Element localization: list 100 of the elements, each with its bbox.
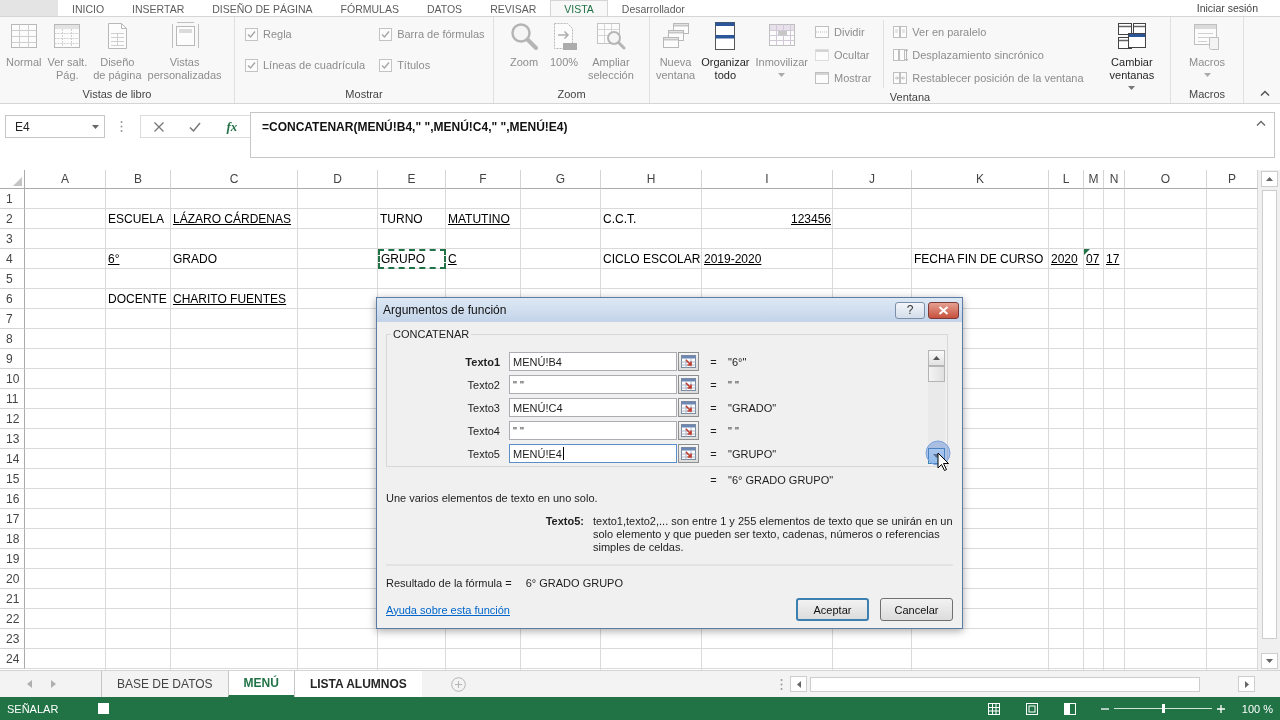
function-description: Une varios elementos de texto en uno solo.	[386, 491, 598, 505]
sheet-tab[interactable]: LISTA ALUMNOS	[293, 671, 422, 697]
row-header[interactable]: 24	[0, 649, 25, 669]
row-header[interactable]: 9	[0, 349, 25, 369]
page-view-icon[interactable]	[1024, 701, 1039, 716]
page-break-view-icon[interactable]	[1062, 701, 1077, 716]
scrollbar-thumb[interactable]	[810, 676, 1200, 692]
ribbon-tab[interactable]: Desarrollador	[607, 0, 699, 16]
row-header[interactable]: 20	[0, 569, 25, 589]
scrollbar-thumb[interactable]	[1261, 190, 1277, 639]
grid-view-icon[interactable]	[986, 701, 1001, 716]
argument-input[interactable]: MENÚ!B4	[509, 352, 677, 371]
row-header[interactable]: 16	[0, 489, 25, 509]
column-header[interactable]: L	[1049, 170, 1084, 189]
row-header[interactable]: 22	[0, 609, 25, 629]
row-header[interactable]: 12	[0, 409, 25, 429]
close-icon	[938, 305, 949, 315]
argument-scrollbar[interactable]	[928, 350, 945, 464]
ribbon-tab[interactable]: DISEÑO DE PÁGINA	[198, 0, 327, 16]
row-header[interactable]: 18	[0, 529, 25, 549]
column-header[interactable]: K	[912, 170, 1049, 189]
formula-input[interactable]: =CONCATENAR(MENÚ!B4," ",MENÚ!C4," ",MENÚ!E4)	[250, 112, 1275, 158]
row-header[interactable]: 11	[0, 389, 25, 409]
ribbon-tab[interactable]: INSERTAR	[118, 0, 199, 16]
scroll-left-button[interactable]	[790, 676, 807, 692]
argument-result: "GRADO"	[728, 401, 778, 414]
plus-icon[interactable]	[1216, 704, 1225, 713]
column-header[interactable]: F	[446, 170, 521, 189]
scroll-right-button[interactable]	[1238, 676, 1255, 692]
cell-text: 6°	[108, 251, 120, 266]
ribbon-tab[interactable]: INICIO	[58, 0, 119, 16]
scroll-up-button[interactable]	[1260, 171, 1278, 187]
column-header[interactable]: B	[106, 170, 171, 189]
chevron-up-icon[interactable]	[1260, 90, 1270, 96]
range-select-button[interactable]	[678, 352, 699, 371]
row-header[interactable]: 15	[0, 469, 25, 489]
square-icon[interactable]	[98, 703, 110, 714]
ribbon-tab[interactable]: FÓRMULAS	[326, 0, 413, 16]
dialog-button[interactable]: Aceptar	[796, 598, 869, 621]
column-header[interactable]: P	[1207, 170, 1258, 189]
row-header[interactable]: 14	[0, 449, 25, 469]
chevron-up-icon[interactable]	[1256, 120, 1266, 126]
grip-dots-icon[interactable]	[780, 678, 783, 691]
row-header[interactable]: 19	[0, 549, 25, 569]
cell-text: CHARITO FUENTES	[173, 291, 287, 306]
scrollbar-thumb[interactable]	[928, 366, 945, 382]
row-header[interactable]: 1	[0, 189, 25, 209]
column-header[interactable]: O	[1125, 170, 1207, 189]
column-header[interactable]: M	[1084, 170, 1104, 189]
column-header[interactable]: A	[25, 170, 106, 189]
insert-function-button[interactable]: fx	[220, 116, 243, 137]
row-header[interactable]: 6	[0, 289, 25, 309]
row-header[interactable]: 2	[0, 209, 25, 229]
ribbon-button[interactable]: Cambiar ventanas	[1107, 20, 1157, 90]
column-header[interactable]: C	[171, 170, 298, 189]
argument-input[interactable]: MENÚ!C4	[509, 398, 677, 417]
close-button[interactable]	[928, 301, 959, 319]
zoom-level[interactable]: 100 %	[1241, 702, 1273, 715]
row-header[interactable]: 10	[0, 369, 25, 389]
range-select-button[interactable]	[678, 398, 699, 417]
dialog-button[interactable]: Cancelar	[880, 598, 953, 621]
name-box[interactable]: E4	[5, 115, 105, 138]
column-header[interactable]: E	[378, 170, 446, 189]
ribbon-button[interactable]: Organizar todo	[699, 20, 752, 82]
column-header[interactable]: D	[298, 170, 378, 189]
ribbon-tab[interactable]: REVISAR	[476, 0, 551, 16]
row-header[interactable]: 8	[0, 329, 25, 349]
vertical-scrollbar[interactable]	[1258, 170, 1280, 670]
help-link[interactable]: Ayuda sobre esta función	[386, 603, 510, 616]
row-header[interactable]: 7	[0, 309, 25, 329]
cell-text: GRUPO	[381, 252, 425, 266]
range-select-button[interactable]	[678, 375, 699, 394]
row-header[interactable]: 21	[0, 589, 25, 609]
row-header[interactable]: 23	[0, 629, 25, 649]
ribbon-tab[interactable]: DATOS	[412, 0, 477, 16]
column-header[interactable]: N	[1104, 170, 1125, 189]
range-select-button[interactable]	[678, 444, 699, 463]
zoom-slider[interactable]	[1113, 704, 1212, 713]
row-header[interactable]: 5	[0, 269, 25, 289]
scroll-up-button[interactable]	[928, 350, 945, 366]
column-header[interactable]: H	[601, 170, 702, 189]
column-header[interactable]: G	[521, 170, 601, 189]
help-button[interactable]: ?	[895, 301, 925, 319]
row-header[interactable]: 3	[0, 229, 25, 249]
equals-sign: =	[710, 447, 717, 460]
grid-magnifier-icon	[594, 20, 627, 52]
slider-thumb[interactable]	[1161, 704, 1165, 713]
column-header[interactable]: I	[702, 170, 833, 189]
sign-in-link[interactable]: Iniciar sesión	[1196, 0, 1258, 16]
column-header[interactable]: J	[833, 170, 912, 189]
row-header[interactable]: 13	[0, 429, 25, 449]
cell-text: LÁZARO CÁRDENAS	[173, 211, 292, 226]
argument-input[interactable]: MENÚ!E4	[509, 444, 677, 463]
argument-input[interactable]: " "	[509, 375, 677, 394]
row-header[interactable]: 17	[0, 509, 25, 529]
row-header[interactable]: 4	[0, 249, 25, 269]
sheet-tab[interactable]: MENÚ	[227, 671, 294, 697]
ribbon-tab[interactable]: VISTA	[550, 0, 608, 16]
range-select-button[interactable]	[678, 421, 699, 440]
argument-input[interactable]: " "	[509, 421, 677, 440]
